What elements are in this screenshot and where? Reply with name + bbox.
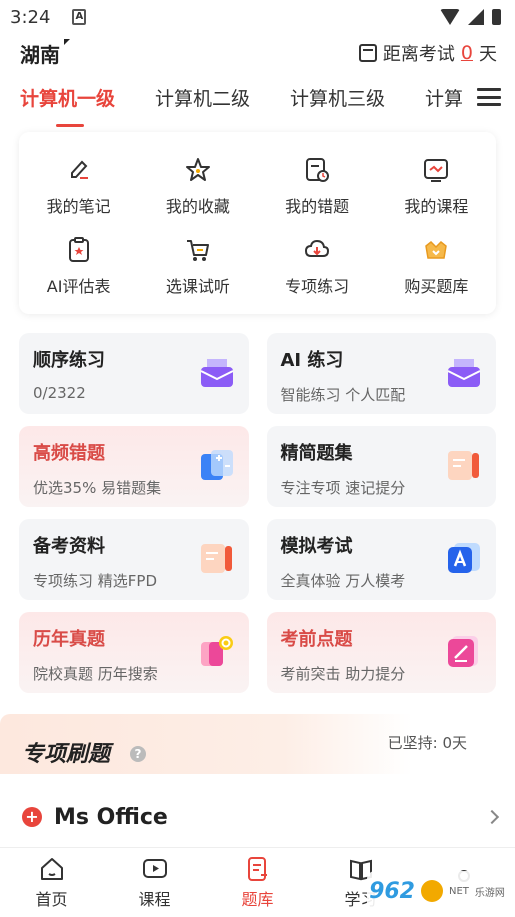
watermark-suffix: NET [449,885,469,897]
card-frequent-mistakes[interactable]: 高频错题 优选35% 易错题集 [19,426,249,507]
watermark-brand: 962 [369,878,415,904]
quick-course-trial[interactable]: 选课试听 [138,226,257,306]
notification-a-icon: A [72,9,87,25]
menu-icon[interactable] [477,88,501,106]
practice-cards: 顺序练习 0/2322 AI 练习 智能练习 个人匹配 高频错题 优选35% 易… [19,333,496,693]
pink-pen-icon [448,636,478,667]
course-icon [421,155,451,185]
card-concise-set[interactable]: 精简题集 专注专项 速记提分 [266,426,496,507]
special-practice-section: 专项刷题 ? 已坚持: 0天 + Ms Office [0,714,515,850]
countdown-prefix: 距离考试 [382,44,455,65]
blue-exam-icon [448,543,480,573]
watermark-ball-icon [421,880,443,902]
nav-question-bank[interactable]: 题库 [206,848,309,917]
countdown-days: 0 [460,42,473,64]
search-doc-icon [200,636,233,666]
home-icon [40,857,63,880]
quick-courses[interactable]: 我的课程 [377,146,496,226]
status-time: 3:24 [10,6,51,28]
orange-doc-icon [200,544,232,573]
nav-courses[interactable]: 课程 [103,848,206,917]
status-bar: 3:24 A [0,0,515,34]
quick-favorites[interactable]: 我的收藏 [138,146,257,226]
download-cloud-icon [302,235,332,265]
ms-office-label: Ms Office [54,804,168,830]
help-icon[interactable]: ? [130,746,146,762]
wifi-icon [440,9,460,25]
chevron-right-icon [484,809,500,825]
calculator-icon [200,450,233,480]
quick-special-practice[interactable]: 专项练习 [258,226,377,306]
card-pre-exam-tips[interactable]: 考前点题 考前突击 助力提分 [266,612,496,693]
tab-level-2[interactable]: 计算机二级 [155,84,250,111]
quick-buy-bank[interactable]: 购买题库 [377,226,496,306]
expand-plus-icon[interactable]: + [22,807,42,827]
exam-countdown[interactable]: 距离考试 0 天 [358,40,497,66]
tab-level-4[interactable]: 计算 [425,84,463,111]
wrong-questions-icon [302,155,332,185]
card-sequential-practice[interactable]: 顺序练习 0/2322 [19,333,249,414]
quick-ai-assessment[interactable]: AI评估表 [19,226,138,306]
card-prep-materials[interactable]: 备考资料 专项练习 精选FPD [19,519,249,600]
signal-icon [468,9,484,25]
watermark-962net: 962 NET 乐游网 [367,871,507,911]
level-tabs: 计算机一级 计算机二级 计算机三级 计算 [0,72,515,127]
special-title: 专项刷题 [22,742,111,767]
region-label: 湖南 [20,42,60,67]
quick-notes[interactable]: 我的笔记 [19,146,138,226]
header: 湖南 距离考试 0 天 [0,34,515,72]
tab-level-1[interactable]: 计算机一级 [20,84,115,127]
video-icon [142,858,167,878]
purple-box-icon [447,359,481,387]
ai-assessment-icon [64,235,94,265]
streak-text: 已坚持: 0天 [387,734,467,752]
quick-actions-panel: 我的笔记 我的收藏 我的错题 我的课程 AI评估表 选课试听 专项练习 购买题库 [19,132,496,314]
region-dropdown-icon [64,38,70,45]
cart-icon [183,235,213,265]
watermark-site: 乐游网 [474,887,505,899]
ms-office-row[interactable]: + Ms Office [22,802,500,832]
region-selector[interactable]: 湖南 [20,38,70,68]
nav-home[interactable]: 首页 [0,848,103,917]
orange-doc-icon [448,451,479,480]
quick-wrong-questions[interactable]: 我的错题 [258,146,377,226]
battery-icon [492,9,501,25]
question-bank-icon [247,856,267,881]
calendar-icon [358,44,377,62]
star-icon [183,155,213,185]
note-edit-icon [64,155,94,185]
countdown-unit: 天 [479,44,497,65]
crown-shop-icon [421,235,451,265]
tab-level-3[interactable]: 计算机三级 [290,84,385,111]
card-ai-practice[interactable]: AI 练习 智能练习 个人匹配 [266,333,496,414]
card-mock-exam[interactable]: 模拟考试 全真体验 万人模考 [266,519,496,600]
card-past-papers[interactable]: 历年真题 院校真题 历年搜索 [19,612,249,693]
purple-box-icon [200,359,233,387]
